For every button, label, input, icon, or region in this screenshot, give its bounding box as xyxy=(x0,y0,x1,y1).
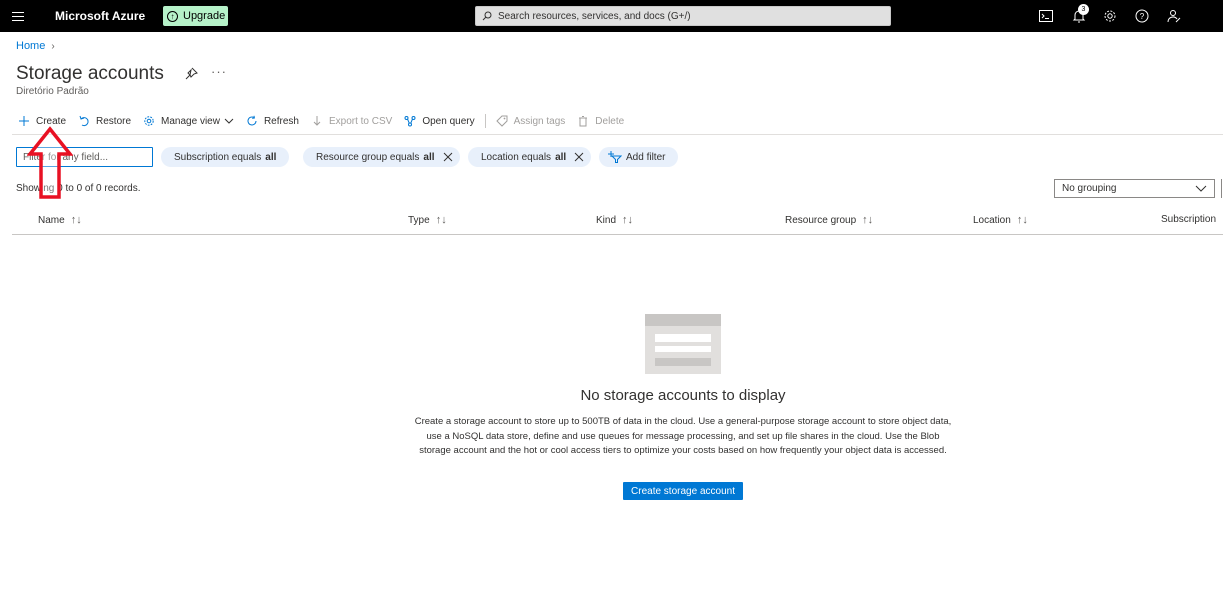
toolbar-divider xyxy=(484,114,486,128)
svg-text:?: ? xyxy=(1140,12,1145,21)
sort-icon: ↑↓ xyxy=(862,214,874,226)
delete-button[interactable]: Delete xyxy=(571,110,630,132)
column-label: Name xyxy=(38,214,65,226)
page-subtitle: Diretório Padrão xyxy=(16,86,89,97)
filter-pill-value: all xyxy=(423,151,435,163)
search-placeholder: Search resources, services, and docs (G+… xyxy=(498,10,691,22)
open-query-button[interactable]: Open query xyxy=(398,110,480,132)
page-title: Storage accounts xyxy=(16,63,164,84)
column-header-type[interactable]: Type ↑↓ xyxy=(408,214,447,226)
notifications-badge: 3 xyxy=(1078,4,1089,15)
refresh-icon xyxy=(247,115,257,126)
add-filter-button[interactable]: Add filter xyxy=(599,147,679,167)
toolbar-divider-line xyxy=(12,134,1223,135)
breadcrumb[interactable]: Home › xyxy=(16,40,55,52)
assign-tags-button[interactable]: Assign tags xyxy=(490,110,572,132)
cloud-shell-icon[interactable] xyxy=(1038,8,1054,24)
filter-pill-value: all xyxy=(555,151,567,163)
sort-icon: ↑↓ xyxy=(435,214,447,226)
create-storage-account-button[interactable]: Create storage account xyxy=(623,482,743,500)
add-filter-label: Add filter xyxy=(626,151,666,163)
chevron-down-icon xyxy=(224,118,234,124)
filter-pill-label: Resource group equals xyxy=(316,151,420,163)
red-arrow-annotation xyxy=(27,126,73,199)
manage-view-button[interactable]: Manage view xyxy=(137,110,240,132)
filter-pill-subscription[interactable]: Subscription equals all xyxy=(161,147,290,167)
trash-icon xyxy=(579,116,588,127)
close-icon[interactable] xyxy=(574,152,584,162)
filter-pill-label: Subscription equals xyxy=(174,151,262,163)
sort-icon: ↑↓ xyxy=(1016,214,1028,226)
filter-pill-value: all xyxy=(265,151,277,163)
grouping-value: No grouping xyxy=(1062,183,1117,194)
menu-icon[interactable] xyxy=(10,9,26,23)
delete-label: Delete xyxy=(595,115,625,127)
pin-icon[interactable] xyxy=(184,67,198,81)
create-label: Create xyxy=(36,115,67,127)
arrow-up-icon: ↑ xyxy=(167,10,178,22)
tag-icon xyxy=(495,115,508,127)
manage-view-label: Manage view xyxy=(161,115,220,127)
undo-icon xyxy=(79,115,89,127)
grouping-select[interactable]: No grouping xyxy=(1054,179,1215,198)
open-query-label: Open query xyxy=(422,115,475,127)
feedback-icon[interactable] xyxy=(1166,8,1182,24)
top-bar: Microsoft Azure ↑ Upgrade Search resourc… xyxy=(0,0,1223,32)
assign-tags-label: Assign tags xyxy=(513,115,566,127)
restore-label: Restore xyxy=(96,115,132,127)
search-icon xyxy=(482,11,492,21)
upgrade-label: Upgrade xyxy=(183,10,226,22)
chevron-down-icon xyxy=(1195,185,1207,192)
column-header-subscription[interactable]: Subscription xyxy=(1161,214,1216,225)
column-header-name[interactable]: Name ↑↓ xyxy=(38,214,82,226)
filter-pill-label: Location equals xyxy=(481,151,552,163)
command-bar: Create Restore Manage view Refresh Expor… xyxy=(12,110,630,132)
breadcrumb-home[interactable]: Home xyxy=(16,40,45,52)
sort-icon: ↑↓ xyxy=(622,214,634,226)
restore-button[interactable]: Restore xyxy=(72,110,137,132)
query-icon xyxy=(404,116,416,127)
chevron-right-icon: › xyxy=(51,40,55,52)
gear-icon[interactable] xyxy=(1102,8,1118,24)
brand-title[interactable]: Microsoft Azure xyxy=(55,9,145,23)
empty-storage-illustration xyxy=(645,314,721,374)
column-label: Type xyxy=(408,214,430,226)
table-header-divider xyxy=(12,234,1223,235)
refresh-button[interactable]: Refresh xyxy=(240,110,305,132)
export-csv-label: Export to CSV xyxy=(328,115,393,127)
close-icon[interactable] xyxy=(443,152,453,162)
column-label: Subscription xyxy=(1161,214,1217,225)
filter-pill-resource-group[interactable]: Resource group equals all xyxy=(303,147,460,167)
column-label: Kind xyxy=(596,214,617,226)
refresh-label: Refresh xyxy=(263,115,299,127)
add-filter-icon xyxy=(608,151,622,163)
column-header-resource-group[interactable]: Resource group ↑↓ xyxy=(785,214,873,226)
sort-icon: ↑↓ xyxy=(70,214,82,226)
export-csv-button[interactable]: Export to CSV xyxy=(305,110,398,132)
column-label: Location xyxy=(973,214,1011,226)
list-view-toggle-edge xyxy=(1221,179,1222,198)
column-header-kind[interactable]: Kind ↑↓ xyxy=(596,214,633,226)
filter-pill-location[interactable]: Location equals all xyxy=(468,147,592,167)
column-label: Resource group xyxy=(785,214,857,226)
more-options-icon[interactable]: ··· xyxy=(211,64,227,79)
download-icon xyxy=(313,116,321,126)
empty-state-title: No storage accounts to display xyxy=(580,387,786,404)
help-icon[interactable]: ? xyxy=(1134,8,1150,24)
empty-state-description: Create a storage account to store up to … xyxy=(414,416,952,456)
gear-icon xyxy=(144,116,154,126)
column-header-location[interactable]: Location ↑↓ xyxy=(973,214,1028,226)
global-search-input[interactable]: Search resources, services, and docs (G+… xyxy=(475,6,891,26)
upgrade-button[interactable]: ↑ Upgrade xyxy=(163,6,228,26)
